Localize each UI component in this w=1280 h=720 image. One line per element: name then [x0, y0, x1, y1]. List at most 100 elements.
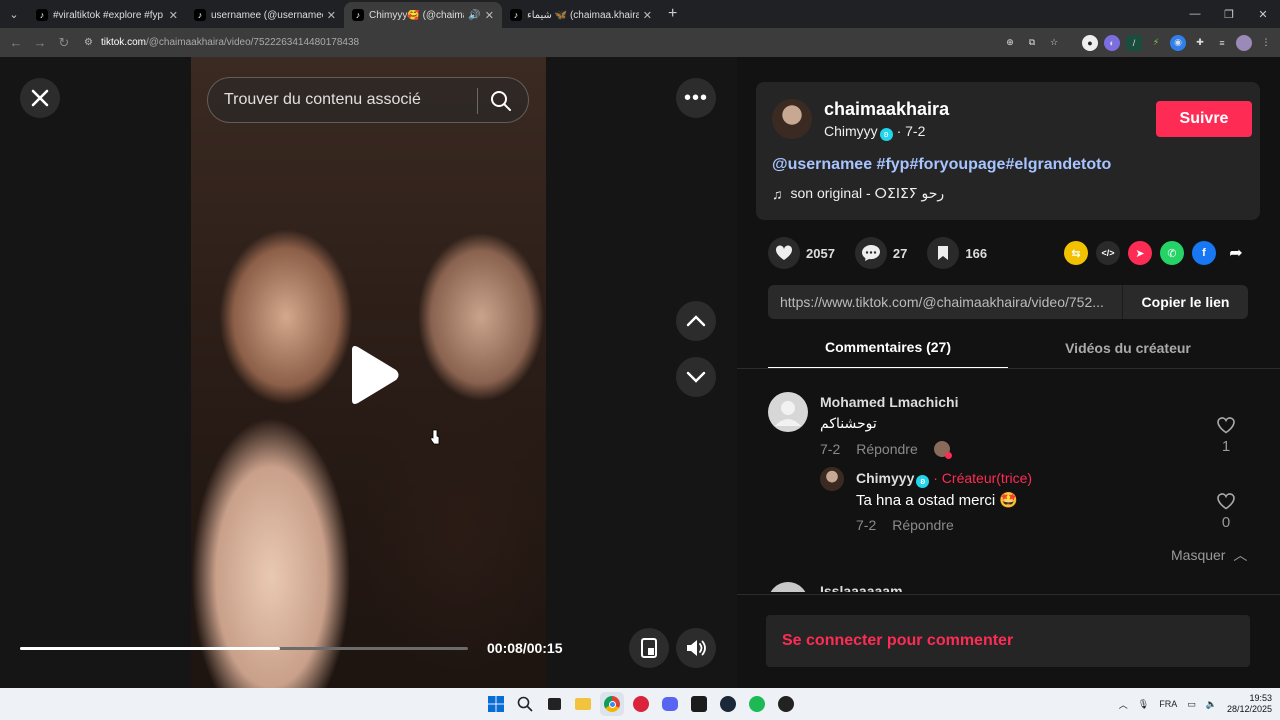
- tab-close-icon[interactable]: ✕: [485, 9, 494, 22]
- reply-author-name[interactable]: Chimyyy: [856, 470, 914, 486]
- extension-icon[interactable]: ◐: [1104, 34, 1120, 51]
- tab-comments[interactable]: Commentaires (27): [768, 327, 1008, 369]
- file-explorer-icon[interactable]: [571, 692, 595, 716]
- video-description[interactable]: @usernamee #fyp#foryoupage#elgrandetoto: [772, 156, 1111, 174]
- tab-title: #viraltiktok #explore #fyp #trending: [53, 9, 165, 21]
- language-indicator[interactable]: FRA: [1159, 699, 1177, 709]
- tab-close-icon[interactable]: ✕: [643, 9, 652, 22]
- app-icon[interactable]: [774, 692, 798, 716]
- embed-icon[interactable]: </>: [1096, 241, 1120, 265]
- new-tab-icon[interactable]: +: [668, 5, 677, 23]
- tab-search-chevron-icon[interactable]: ⌄: [0, 0, 28, 28]
- reply-button[interactable]: Répondre: [892, 517, 954, 533]
- reading-list-icon[interactable]: ≡: [1214, 35, 1230, 51]
- app-icon[interactable]: [629, 692, 653, 716]
- browser-tab-active[interactable]: ♪ Chimyyy🥰 (@chaimaakhaira) 🔊 ✕: [344, 2, 502, 28]
- next-video-button[interactable]: [676, 357, 716, 397]
- app-icon[interactable]: [687, 692, 711, 716]
- chrome-icon[interactable]: [600, 692, 624, 716]
- extension-icon[interactable]: /: [1126, 34, 1142, 51]
- video-time: 00:08/00:15: [487, 640, 563, 656]
- related-search-box[interactable]: Trouver du contenu associé: [207, 77, 529, 123]
- search-icon[interactable]: [490, 90, 512, 117]
- facebook-icon[interactable]: f: [1192, 241, 1216, 265]
- tiktok-favicon-icon: ♪: [194, 9, 206, 21]
- close-window-icon[interactable]: ✕: [1246, 0, 1280, 28]
- copy-link-button[interactable]: Copier le lien: [1122, 285, 1248, 319]
- steam-icon[interactable]: [716, 692, 740, 716]
- repost-icon[interactable]: ⇆: [1064, 241, 1088, 265]
- bookmark-star-icon[interactable]: ☆: [1046, 35, 1062, 51]
- restore-icon[interactable]: ❐: [1212, 0, 1246, 28]
- url-field[interactable]: ⚙ tiktok.com /@chaimaakhaira/video/75222…: [84, 32, 1044, 53]
- whatsapp-icon[interactable]: ✆: [1160, 241, 1184, 265]
- video-link[interactable]: https://www.tiktok.com/@chaimaakhaira/vi…: [768, 294, 1122, 310]
- comment-action[interactable]: 27: [854, 237, 907, 269]
- microphone-icon[interactable]: 🎙: [1138, 699, 1149, 710]
- author-avatar[interactable]: [772, 99, 812, 139]
- url-path: /@chaimaakhaira/video/752226341448017843…: [145, 37, 360, 48]
- floating-player-button[interactable]: [629, 628, 669, 668]
- install-app-icon[interactable]: ⧉: [1024, 35, 1040, 51]
- browser-tab[interactable]: ♪ usernamee (@usernamee9179) | TikTok ✕: [186, 2, 344, 28]
- minimize-icon[interactable]: —: [1178, 0, 1212, 28]
- browser-tab[interactable]: ♪ #viraltiktok #explore #fyp #trending ✕: [28, 2, 186, 28]
- more-options-button[interactable]: •••: [676, 78, 716, 118]
- author-username[interactable]: chaimaakhaira: [824, 99, 949, 120]
- video-progress-bar[interactable]: [20, 647, 468, 650]
- discord-icon[interactable]: [658, 692, 682, 716]
- like-action[interactable]: 2057: [768, 237, 835, 269]
- profile-avatar[interactable]: [1236, 34, 1252, 51]
- tab-close-icon[interactable]: ✕: [169, 9, 178, 22]
- hide-replies-button[interactable]: Masquer ︿: [1171, 545, 1247, 565]
- panel-tabs: Commentaires (27) Vidéos du créateur: [768, 327, 1248, 369]
- address-bar-row: ← → ↻ ⚙ tiktok.com /@chaimaakhaira/video…: [0, 28, 1280, 57]
- play-button[interactable]: [344, 344, 402, 411]
- commenter-avatar[interactable]: [768, 392, 808, 432]
- search-icon[interactable]: [513, 692, 537, 716]
- extensions-puzzle-icon[interactable]: ✚: [1192, 35, 1208, 51]
- reload-icon[interactable]: ↻: [52, 35, 76, 51]
- back-icon[interactable]: ←: [4, 35, 28, 50]
- login-to-comment[interactable]: Se connecter pour commenter: [766, 615, 1250, 667]
- browser-menu-icon[interactable]: ⋮: [1258, 35, 1274, 51]
- clock[interactable]: 19:53 28/12/2025: [1227, 693, 1272, 715]
- tab-creator-videos[interactable]: Vidéos du créateur: [1008, 327, 1248, 369]
- commenter-name[interactable]: Mohamed Lmachichi: [820, 394, 958, 410]
- system-tray: ︿ 🎙 FRA ▭ 🔈 19:53 28/12/2025: [1119, 688, 1272, 720]
- side-panel: chaimaakhaira Chimyyy ʚ · 7-2 Suivre @use…: [737, 57, 1280, 688]
- tab-close-icon[interactable]: ✕: [327, 9, 336, 22]
- extension-icon[interactable]: ⚡: [1148, 35, 1164, 51]
- close-video-button[interactable]: [20, 78, 60, 118]
- zoom-icon[interactable]: ⊕: [1002, 35, 1018, 51]
- share-arrow-icon[interactable]: ➦: [1224, 241, 1248, 265]
- previous-video-button[interactable]: [676, 301, 716, 341]
- tray-chevron-icon[interactable]: ︿: [1119, 698, 1128, 711]
- extension-icon[interactable]: ◉: [1170, 34, 1186, 51]
- speaker-icon[interactable]: 🔈: [1206, 699, 1217, 710]
- start-icon[interactable]: [484, 692, 508, 716]
- site-info-icon[interactable]: ⚙: [84, 37, 93, 48]
- reply-avatar[interactable]: [820, 467, 844, 491]
- partial-comment: Isslaaaaaam: [768, 580, 1248, 592]
- extension-icon[interactable]: ●: [1082, 34, 1098, 51]
- network-icon[interactable]: ▭: [1187, 699, 1196, 710]
- forward-icon[interactable]: →: [28, 35, 52, 50]
- comment-like[interactable]: 1: [1216, 416, 1236, 455]
- music-row[interactable]: ♫ son original - ⵔⵉⵏⵉⵢ رحو: [772, 185, 944, 202]
- chevron-up-icon: ︿: [1233, 547, 1248, 563]
- comment-meta: 7-2 Répondre: [820, 441, 952, 459]
- send-icon[interactable]: ➤: [1128, 241, 1152, 265]
- task-view-icon[interactable]: [542, 692, 566, 716]
- volume-button[interactable]: [676, 628, 716, 668]
- mouse-cursor-icon: [430, 429, 440, 450]
- bookmark-action[interactable]: 166: [927, 237, 987, 269]
- tab-audio-icon[interactable]: 🔊: [468, 10, 480, 21]
- music-note-icon: ♫: [772, 185, 783, 202]
- browser-tab[interactable]: ♪ شيماء 🦋 (chaimaa.khaira🥰) | TikTok ✕: [502, 2, 660, 28]
- spotify-icon[interactable]: [745, 692, 769, 716]
- creator-badge: · Créateur(trice): [933, 470, 1033, 486]
- reply-button[interactable]: Répondre: [856, 441, 918, 457]
- follow-button[interactable]: Suivre: [1156, 101, 1252, 137]
- reply-like[interactable]: 0: [1216, 492, 1236, 531]
